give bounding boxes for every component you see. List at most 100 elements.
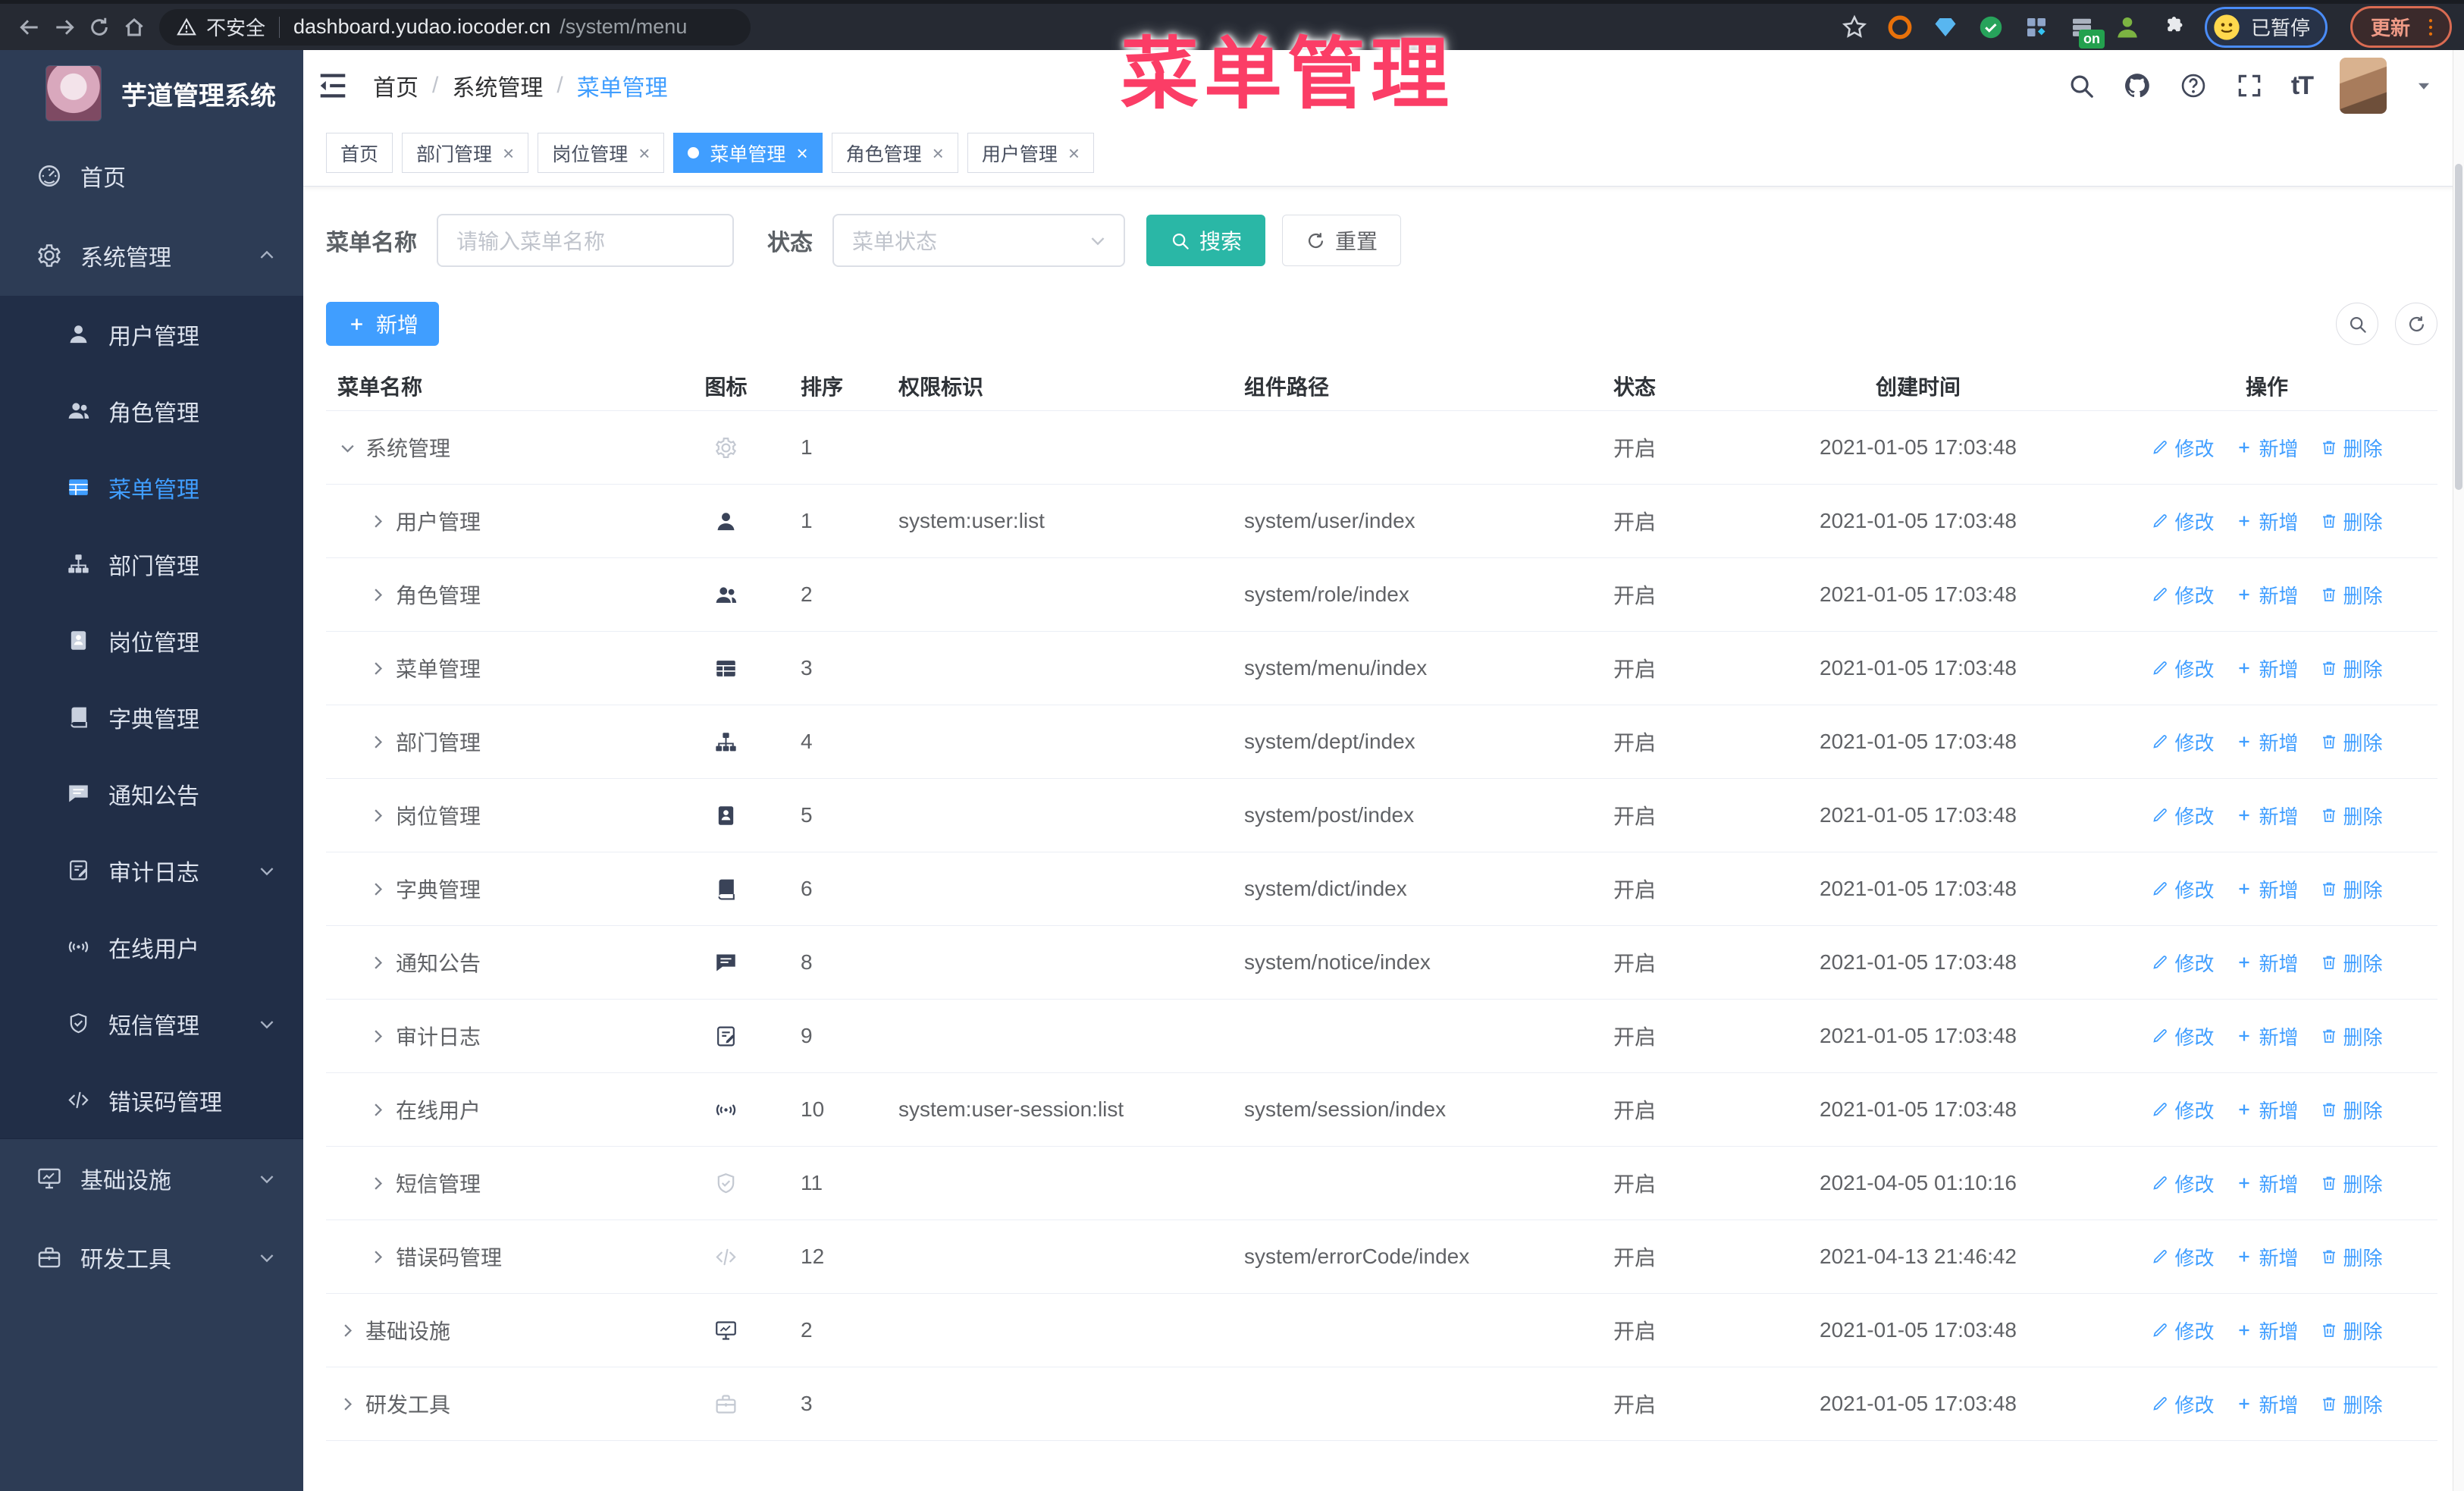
status-select[interactable]: 菜单状态 bbox=[832, 214, 1125, 267]
more-vertical-icon[interactable] bbox=[2419, 16, 2442, 39]
browser-update-button[interactable]: 更新 bbox=[2350, 6, 2452, 48]
search-button[interactable]: 搜索 bbox=[1146, 215, 1266, 266]
extension-gem-icon[interactable] bbox=[1932, 14, 1959, 41]
delete-row-button[interactable]: 删除 bbox=[2320, 875, 2383, 903]
add-row-button[interactable]: 新增 bbox=[2235, 875, 2299, 903]
github-icon[interactable] bbox=[2123, 71, 2152, 100]
sidebar-item-shield[interactable]: 短信管理 bbox=[0, 985, 303, 1062]
delete-row-button[interactable]: 删除 bbox=[2320, 802, 2383, 830]
edit-row-button[interactable]: 修改 bbox=[2151, 1096, 2214, 1124]
scrollbar-thumb[interactable] bbox=[2455, 164, 2462, 490]
delete-row-button[interactable]: 删除 bbox=[2320, 1169, 2383, 1198]
edit-row-button[interactable]: 修改 bbox=[2151, 1390, 2214, 1418]
edit-row-button[interactable]: 修改 bbox=[2151, 802, 2214, 830]
sidebar-item-notice[interactable]: 通知公告 bbox=[0, 755, 303, 832]
user-avatar[interactable] bbox=[2340, 58, 2387, 114]
add-row-button[interactable]: 新增 bbox=[2235, 949, 2299, 977]
reset-button[interactable]: 重置 bbox=[1282, 215, 1402, 266]
tab-1[interactable]: 部门管理 × bbox=[402, 133, 529, 173]
add-row-button[interactable]: 新增 bbox=[2235, 654, 2299, 683]
delete-row-button[interactable]: 删除 bbox=[2320, 728, 2383, 756]
delete-row-button[interactable]: 删除 bbox=[2320, 1317, 2383, 1345]
edit-row-button[interactable]: 修改 bbox=[2151, 949, 2214, 977]
toggle-search-button[interactable] bbox=[2336, 303, 2378, 345]
help-icon[interactable] bbox=[2179, 71, 2208, 100]
tab-2[interactable]: 岗位管理 × bbox=[538, 133, 665, 173]
extension-person-icon[interactable] bbox=[2114, 14, 2141, 41]
extension-proxy-icon[interactable]: on bbox=[2068, 14, 2105, 49]
expand-right-icon[interactable] bbox=[368, 1100, 388, 1120]
sidebar-item-gear[interactable]: 系统管理 bbox=[0, 215, 303, 296]
close-icon[interactable]: × bbox=[796, 143, 807, 163]
sidebar-item-user[interactable]: 用户管理 bbox=[0, 296, 303, 372]
add-row-button[interactable]: 新增 bbox=[2235, 1096, 2299, 1124]
browser-forward-button[interactable] bbox=[47, 10, 82, 45]
edit-row-button[interactable]: 修改 bbox=[2151, 581, 2214, 609]
sidebar-item-tree[interactable]: 部门管理 bbox=[0, 526, 303, 602]
delete-row-button[interactable]: 删除 bbox=[2320, 507, 2383, 535]
edit-row-button[interactable]: 修改 bbox=[2151, 1317, 2214, 1345]
edit-row-button[interactable]: 修改 bbox=[2151, 507, 2214, 535]
delete-row-button[interactable]: 删除 bbox=[2320, 434, 2383, 462]
extension-grid-icon[interactable] bbox=[2023, 14, 2050, 41]
close-icon[interactable]: × bbox=[503, 143, 514, 163]
tab-4[interactable]: 角色管理 × bbox=[831, 133, 958, 173]
extension-check-icon[interactable] bbox=[1977, 14, 2005, 41]
edit-row-button[interactable]: 修改 bbox=[2151, 875, 2214, 903]
edit-row-button[interactable]: 修改 bbox=[2151, 1022, 2214, 1050]
expand-right-icon[interactable] bbox=[368, 1173, 388, 1194]
sidebar-item-monitor[interactable]: 基础设施 bbox=[0, 1139, 303, 1218]
add-row-button[interactable]: 新增 bbox=[2235, 1390, 2299, 1418]
expand-right-icon[interactable] bbox=[368, 805, 388, 826]
add-row-button[interactable]: 新增 bbox=[2235, 728, 2299, 756]
tab-3[interactable]: 菜单管理 × bbox=[673, 133, 823, 173]
extension-orange-icon[interactable] bbox=[1886, 14, 1914, 41]
browser-profile-badge[interactable]: 已暂停 bbox=[2204, 6, 2328, 48]
breadcrumb-system[interactable]: 系统管理 bbox=[452, 69, 543, 102]
close-icon[interactable]: × bbox=[638, 143, 650, 163]
expand-right-icon[interactable] bbox=[368, 953, 388, 973]
hamburger-fold-icon[interactable] bbox=[315, 68, 350, 103]
browser-home-button[interactable] bbox=[117, 10, 152, 45]
sidebar-item-dict[interactable]: 字典管理 bbox=[0, 679, 303, 755]
delete-row-button[interactable]: 删除 bbox=[2320, 581, 2383, 609]
menu-name-input[interactable]: 请输入菜单名称 bbox=[437, 214, 734, 267]
add-row-button[interactable]: 新增 bbox=[2235, 1169, 2299, 1198]
delete-row-button[interactable]: 删除 bbox=[2320, 1096, 2383, 1124]
browser-back-button[interactable] bbox=[12, 10, 47, 45]
expand-right-icon[interactable] bbox=[368, 658, 388, 679]
app-logo[interactable]: 芋道管理系统 bbox=[0, 50, 303, 137]
expand-right-icon[interactable] bbox=[368, 585, 388, 605]
delete-row-button[interactable]: 删除 bbox=[2320, 1243, 2383, 1271]
sidebar-item-code[interactable]: 错误码管理 bbox=[0, 1062, 303, 1138]
expand-right-icon[interactable] bbox=[368, 1026, 388, 1047]
expand-right-icon[interactable] bbox=[368, 511, 388, 532]
expand-right-icon[interactable] bbox=[337, 1394, 358, 1414]
edit-row-button[interactable]: 修改 bbox=[2151, 728, 2214, 756]
sidebar-item-badge[interactable]: 岗位管理 bbox=[0, 602, 303, 679]
address-bar[interactable]: 不安全 dashboard.yudao.iocoder.cn/system/me… bbox=[159, 8, 751, 46]
delete-row-button[interactable]: 删除 bbox=[2320, 1390, 2383, 1418]
add-row-button[interactable]: 新增 bbox=[2235, 507, 2299, 535]
add-row-button[interactable]: 新增 bbox=[2235, 434, 2299, 462]
expand-right-icon[interactable] bbox=[368, 732, 388, 752]
bookmark-star-icon[interactable] bbox=[1841, 14, 1868, 41]
tab-5[interactable]: 用户管理 × bbox=[967, 133, 1095, 173]
add-button[interactable]: 新增 bbox=[326, 302, 440, 346]
sidebar-item-briefcase[interactable]: 研发工具 bbox=[0, 1218, 303, 1297]
expand-right-icon[interactable] bbox=[368, 879, 388, 899]
font-size-icon[interactable]: tT bbox=[2291, 71, 2314, 101]
close-icon[interactable]: × bbox=[1068, 143, 1080, 163]
page-scrollbar[interactable] bbox=[2453, 50, 2464, 1491]
tab-0[interactable]: 首页 bbox=[326, 133, 393, 173]
breadcrumb-home[interactable]: 首页 bbox=[373, 69, 419, 102]
add-row-button[interactable]: 新增 bbox=[2235, 1243, 2299, 1271]
sidebar-item-dashboard[interactable]: 首页 bbox=[0, 137, 303, 215]
add-row-button[interactable]: 新增 bbox=[2235, 1022, 2299, 1050]
sidebar-item-log[interactable]: 审计日志 bbox=[0, 832, 303, 909]
sidebar-item-users[interactable]: 角色管理 bbox=[0, 372, 303, 449]
add-row-button[interactable]: 新增 bbox=[2235, 802, 2299, 830]
edit-row-button[interactable]: 修改 bbox=[2151, 1169, 2214, 1198]
add-row-button[interactable]: 新增 bbox=[2235, 581, 2299, 609]
edit-row-button[interactable]: 修改 bbox=[2151, 434, 2214, 462]
